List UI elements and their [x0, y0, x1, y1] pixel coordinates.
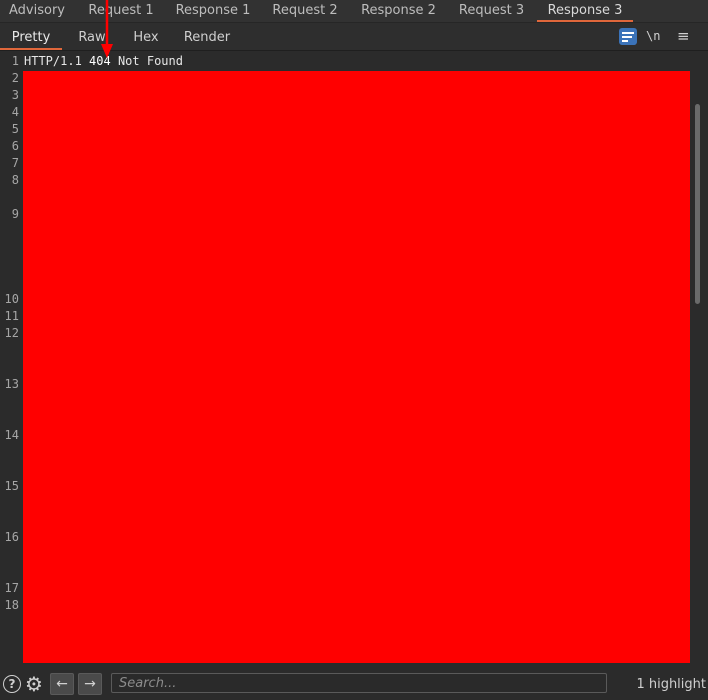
tab-label: Request 1 [88, 3, 154, 18]
line-number: 15 [4, 479, 19, 493]
active-tab-underline [0, 48, 62, 50]
line-number: 3 [11, 88, 19, 102]
tab-label: Render [183, 30, 231, 45]
tab-label: Response 2 [361, 3, 436, 18]
tab-label: Advisory [9, 3, 65, 18]
redaction-box [23, 71, 690, 663]
arrow-left-icon[interactable]: ← [50, 673, 74, 695]
tab-label: Response 1 [175, 3, 251, 18]
tab-response-1[interactable]: Response 1 [166, 0, 260, 22]
search-input[interactable] [111, 673, 607, 693]
line-number: 14 [4, 428, 19, 442]
line-number: 13 [4, 377, 19, 391]
tab-label: Request 3 [458, 3, 525, 18]
search-bar: ? ⚙ ← → 1 highlight [0, 670, 708, 699]
hamburger-icon[interactable]: ≡ [677, 27, 693, 45]
tab-pretty[interactable]: Pretty [0, 23, 62, 50]
line-number: 11 [4, 309, 19, 323]
help-icon[interactable]: ? [3, 675, 21, 693]
tab-response-3[interactable]: Response 3 [537, 0, 633, 22]
tab-request-2[interactable]: Request 2 [260, 0, 350, 22]
arrow-right-icon[interactable]: → [78, 673, 102, 695]
tab-label: Pretty [11, 30, 51, 45]
active-tab-underline [537, 20, 633, 22]
tab-hex[interactable]: Hex [124, 23, 168, 50]
status-reason: Not Found [110, 54, 183, 68]
tab-render[interactable]: Render [178, 23, 236, 50]
tab-advisory[interactable]: Advisory [0, 0, 74, 22]
line-number: 8 [11, 173, 19, 187]
highlight-count: 1 highlight [636, 677, 706, 692]
line-number: 2 [11, 71, 19, 85]
http-version: HTTP/1.1 [24, 54, 90, 68]
tab-label: Request 2 [272, 3, 338, 18]
line-number: 7 [11, 156, 19, 170]
line-number: 10 [4, 292, 19, 306]
line-number: 5 [11, 122, 19, 136]
line-number: 1 [11, 54, 19, 68]
line-number: 9 [11, 207, 19, 221]
line-number: 17 [4, 581, 19, 595]
line-number: 4 [11, 105, 19, 119]
line-number: 18 [4, 598, 19, 612]
show-newlines-button[interactable]: \n [646, 27, 666, 45]
gear-icon[interactable]: ⚙ [23, 673, 45, 695]
tab-label: Response 3 [547, 3, 623, 18]
line-number: 6 [11, 139, 19, 153]
text-wrap-icon[interactable] [619, 28, 637, 45]
line-number: 12 [4, 326, 19, 340]
tab-request-1[interactable]: Request 1 [76, 0, 166, 22]
tab-request-3[interactable]: Request 3 [447, 0, 536, 22]
annotation-arrow-icon [101, 0, 113, 58]
line-number: 16 [4, 530, 19, 544]
tab-label: Hex [133, 30, 159, 45]
tab-response-2[interactable]: Response 2 [351, 0, 446, 22]
vertical-scrollbar[interactable] [695, 104, 700, 304]
